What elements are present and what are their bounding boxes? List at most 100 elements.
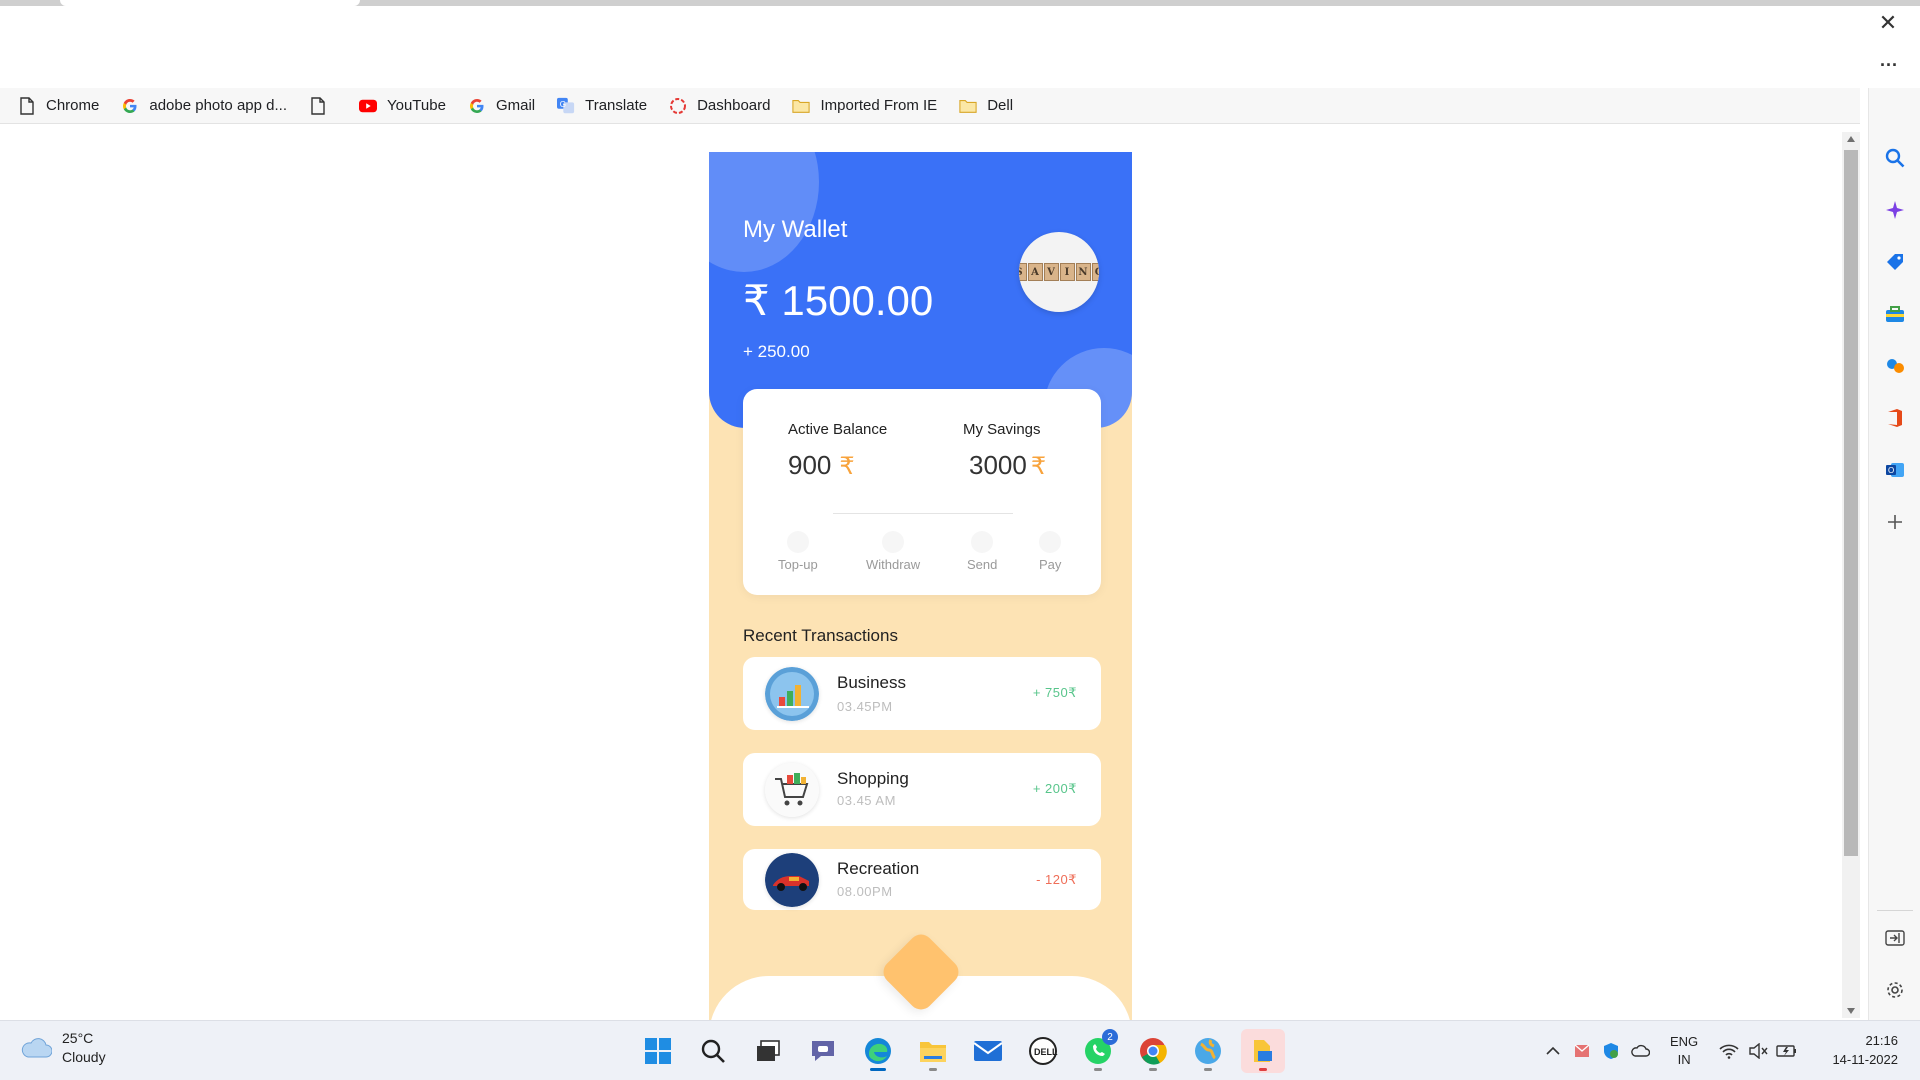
weather-widget[interactable]: 25°C Cloudy [20, 1029, 106, 1067]
bookmark-gmail[interactable]: Gmail [468, 91, 535, 121]
clock-date: 14-11-2022 [1832, 1052, 1898, 1067]
battery-charging-icon[interactable] [1774, 1038, 1800, 1064]
rupee-icon: ₹ [1030, 453, 1047, 480]
bookmark-label: Dashboard [697, 97, 771, 114]
pay-icon [1039, 531, 1062, 553]
add-icon[interactable] [1881, 508, 1909, 536]
scrollbar-thumb[interactable] [1844, 150, 1858, 856]
edge-icon [865, 1038, 891, 1064]
bookmark-dashboard[interactable]: Dashboard [669, 91, 770, 121]
bookmark-imported-from-ie[interactable]: Imported From IE [792, 91, 937, 121]
active-balance-value: 900 [788, 450, 832, 480]
youtube-icon [358, 97, 377, 115]
region-indicator: IN [1677, 1052, 1691, 1067]
dashboard-icon [669, 97, 687, 115]
address-bar[interactable] [0, 6, 1868, 84]
wallet-header: My Wallet ₹ 1500.00 + 250.00 S A V I N G [709, 152, 1132, 428]
edge-browser-button[interactable] [856, 1029, 900, 1073]
search-button[interactable] [691, 1029, 735, 1073]
volume-muted-icon[interactable] [1745, 1038, 1771, 1064]
bookmark-label: Dell [987, 97, 1014, 114]
bookmark-youtube[interactable]: YouTube [358, 91, 446, 121]
balance-card: Active Balance 900 ₹ My Savings 3000 ₹ Top… [743, 389, 1101, 595]
windows-taskbar: 25°C Cloudy DELL 2 ENG IN 21:16 14-11-20… [0, 1020, 1920, 1080]
dell-logo-icon: DELL [1029, 1037, 1058, 1065]
chevron-up-icon[interactable] [1540, 1038, 1566, 1064]
task-view-button[interactable] [746, 1029, 790, 1073]
bookmark-adobe-photo-app[interactable]: adobe photo app d... [121, 91, 287, 121]
svg-text:O: O [1888, 466, 1894, 475]
recent-transactions-title: Recent Transactions [743, 626, 898, 645]
withdraw-button[interactable]: Withdraw [866, 531, 920, 572]
business-chart-icon [765, 667, 819, 721]
dell-app-button[interactable]: DELL [1021, 1029, 1065, 1073]
outlook-icon[interactable]: O [1881, 456, 1909, 484]
whatsapp-button[interactable]: 2 [1076, 1029, 1120, 1073]
bookmark-page[interactable] [309, 91, 337, 121]
tools-icon[interactable] [1881, 300, 1909, 328]
pay-button[interactable]: Pay [1039, 531, 1061, 572]
avatar[interactable]: S A V I N G [1019, 232, 1099, 312]
google-icon [468, 97, 486, 115]
transaction-item-recreation[interactable]: Recreation 08.00PM - 120₹ [743, 849, 1101, 910]
discover-sparkle-icon[interactable] [1881, 196, 1909, 224]
folder-icon [959, 97, 977, 115]
games-icon[interactable] [1881, 352, 1909, 380]
translate-icon: G [557, 97, 575, 115]
system-tray: ENG IN [1540, 1031, 1803, 1071]
bookmark-chrome[interactable]: Chrome [18, 91, 99, 121]
saving-blocks-image: S A V I N G [1019, 263, 1099, 281]
chrome-button[interactable] [1131, 1029, 1175, 1073]
mail-button[interactable] [966, 1029, 1010, 1073]
page-scrollbar[interactable] [1842, 132, 1860, 1018]
cloud-icon [21, 1038, 52, 1058]
settings-gear-icon[interactable] [1881, 976, 1909, 1004]
shopping-cart-icon [765, 763, 819, 817]
topup-button[interactable]: Top-up [778, 531, 818, 572]
page-icon [309, 96, 327, 115]
withdraw-icon [882, 531, 905, 553]
office-icon[interactable] [1881, 404, 1909, 432]
wifi-icon[interactable] [1716, 1038, 1742, 1064]
bookmark-label: Translate [585, 97, 648, 114]
wallet-title: My Wallet [743, 216, 848, 243]
active-balance: Active Balance 900 ₹ [788, 421, 887, 481]
active-balance-label: Active Balance [788, 421, 888, 438]
onedrive-cloud-icon[interactable] [1627, 1038, 1653, 1064]
folder-icon [920, 1042, 946, 1062]
teams-chat-button[interactable] [801, 1029, 845, 1073]
svg-text:G: G [560, 99, 566, 108]
security-shield-icon[interactable] [1598, 1038, 1624, 1064]
file-manager-button[interactable] [1241, 1029, 1285, 1073]
weather-temperature: 25°C [62, 1030, 94, 1046]
start-button[interactable] [636, 1029, 680, 1073]
transaction-item-business[interactable]: Business 03.45PM + 750₹ [743, 657, 1101, 730]
app-tray-icon[interactable] [1569, 1038, 1595, 1064]
bookmark-label: Imported From IE [820, 97, 938, 114]
close-window-button[interactable]: ✕ [1868, 6, 1908, 40]
topup-icon [786, 531, 809, 553]
language-indicator[interactable]: ENG [1670, 1033, 1698, 1051]
race-car-icon [765, 853, 819, 907]
my-savings-label: My Savings [963, 421, 1041, 438]
transaction-item-shopping[interactable]: Shopping 03.45 AM + 200₹ [743, 753, 1101, 826]
wallet-balance: ₹ 1500.00 [743, 277, 934, 324]
bookmark-translate[interactable]: G Translate [557, 91, 647, 121]
scroll-down-arrow-icon[interactable] [1847, 1008, 1855, 1014]
edge-sidebar: O [1868, 88, 1920, 1020]
hide-sidebar-icon[interactable] [1881, 924, 1909, 952]
google-icon [121, 97, 139, 115]
clock[interactable]: 21:16 14-11-2022 [1832, 1031, 1898, 1069]
transaction-amount: + 200₹ [1032, 781, 1077, 796]
file-explorer-button[interactable] [911, 1029, 955, 1073]
scroll-up-arrow-icon[interactable] [1847, 136, 1855, 142]
wallet-app: My Wallet ₹ 1500.00 + 250.00 S A V I N G… [709, 152, 1132, 1020]
send-button[interactable]: Send [967, 531, 997, 572]
shopping-tag-icon[interactable] [1881, 248, 1909, 276]
globe-app-button[interactable] [1186, 1029, 1230, 1073]
search-icon[interactable] [1881, 144, 1909, 172]
more-options-button[interactable]: ... [1880, 50, 1898, 71]
transaction-amount: - 120₹ [1036, 872, 1077, 887]
taskbar-apps: DELL 2 [636, 1029, 1296, 1073]
bookmark-dell[interactable]: Dell [959, 91, 1013, 121]
